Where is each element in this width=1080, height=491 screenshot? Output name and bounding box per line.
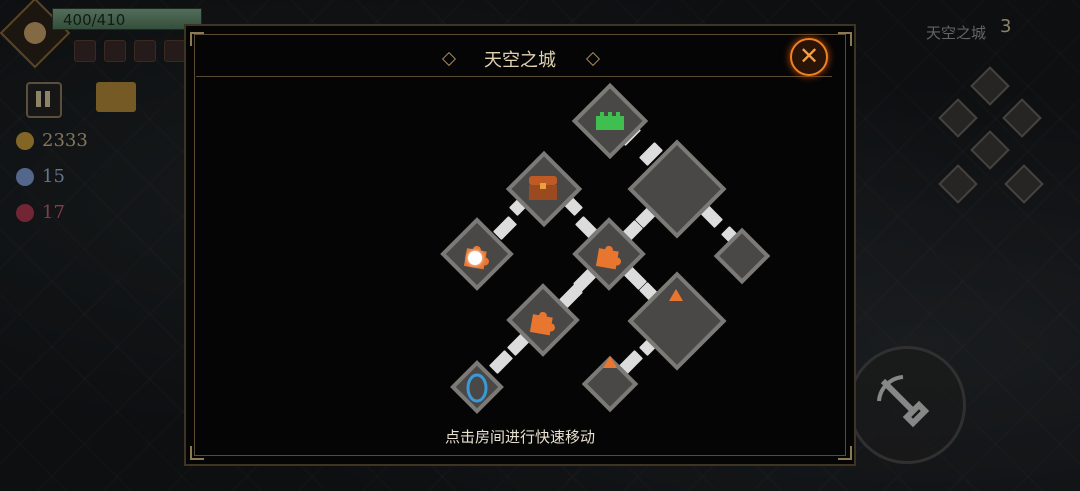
frame-corner <box>190 32 204 46</box>
castle-icon <box>596 112 624 130</box>
frame-corner <box>190 446 204 460</box>
triangle-marker-icon <box>603 356 617 368</box>
close-button[interactable]: ✕ <box>790 38 828 76</box>
crossed-swords-close-icon: ✕ <box>798 42 820 70</box>
player-marker <box>468 251 482 265</box>
title-divider <box>196 76 832 77</box>
triangle-marker-icon <box>669 289 683 301</box>
quick-move-hint: 点击房间进行快速移动 <box>444 428 595 446</box>
portal-icon <box>466 373 488 403</box>
puzzle-icon <box>595 245 621 270</box>
puzzle-icon <box>529 311 555 336</box>
frame-corner <box>838 32 852 46</box>
chest-icon <box>529 176 557 200</box>
panel-title: 天空之城 <box>484 50 556 71</box>
frame-corner <box>838 446 852 460</box>
